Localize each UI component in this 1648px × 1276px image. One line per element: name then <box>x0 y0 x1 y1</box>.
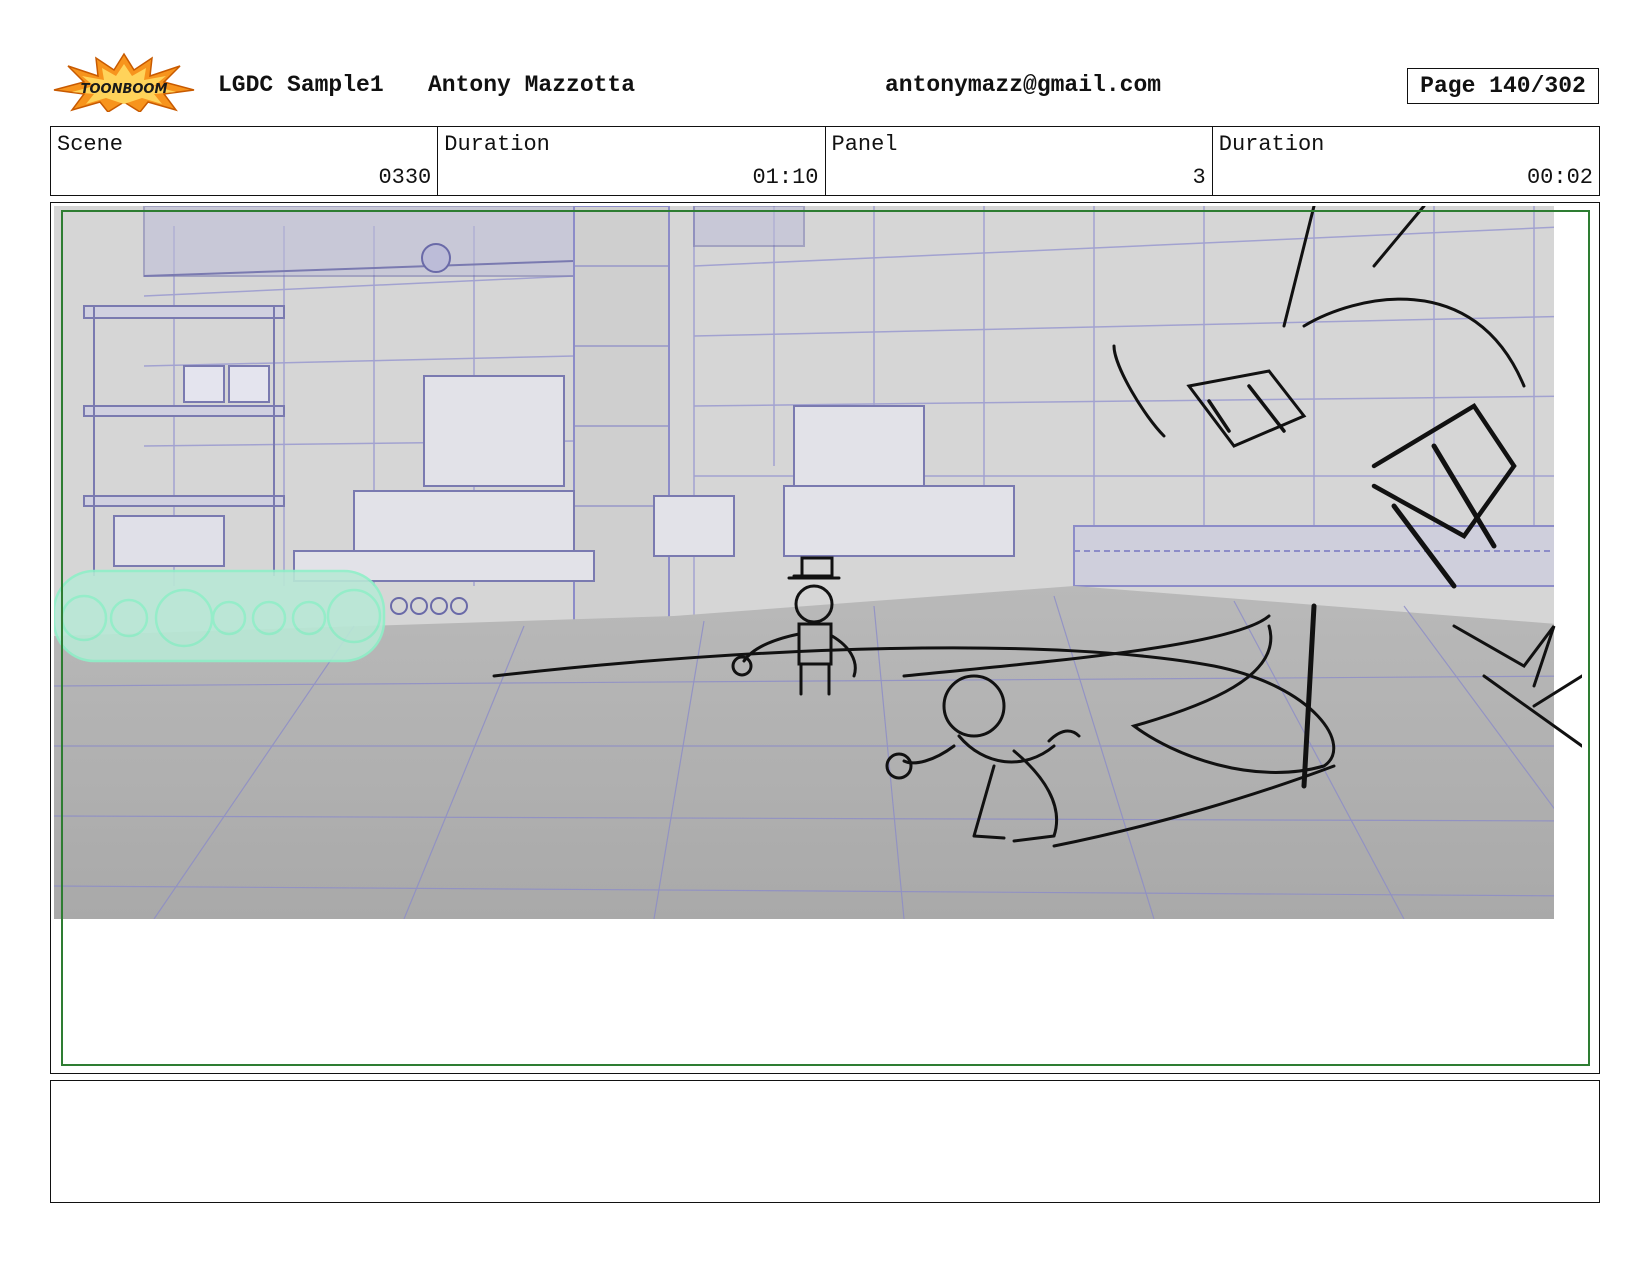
scene-cell: Scene 0330 <box>51 127 439 195</box>
toonboom-logo: TOONBOOM <box>52 52 196 113</box>
panel-label: Panel <box>831 132 898 157</box>
project-title: LGDC Sample1 <box>218 72 384 98</box>
panel-value: 3 <box>1192 165 1206 190</box>
page-indicator: Page 140/302 <box>1407 68 1599 104</box>
scene-value: 0330 <box>378 165 432 190</box>
panel-duration-value: 00:02 <box>1526 165 1593 190</box>
storyboard-header: TOONBOOM LGDC Sample1 Antony Mazzotta an… <box>0 0 1648 120</box>
scene-label: Scene <box>57 132 124 157</box>
panel-duration-label: Duration <box>1218 132 1325 157</box>
scene-duration-value: 01:10 <box>752 165 819 190</box>
svg-text:TOONBOOM: TOONBOOM <box>81 82 168 97</box>
scene-duration-cell: Duration 01:10 <box>438 127 826 195</box>
scene-duration-label: Duration <box>444 132 550 157</box>
safe-frame <box>61 210 1590 1066</box>
scene-info-table: Scene 0330 Duration 01:10 Panel 3 Durati… <box>50 126 1600 196</box>
author-name: Antony Mazzotta <box>428 72 636 98</box>
panel-cell: Panel 3 <box>826 127 1213 195</box>
panel-notes <box>50 1080 1600 1203</box>
author-email: antonymazz@gmail.com <box>885 72 1162 98</box>
panel-duration-cell: Duration 00:02 <box>1213 127 1599 195</box>
